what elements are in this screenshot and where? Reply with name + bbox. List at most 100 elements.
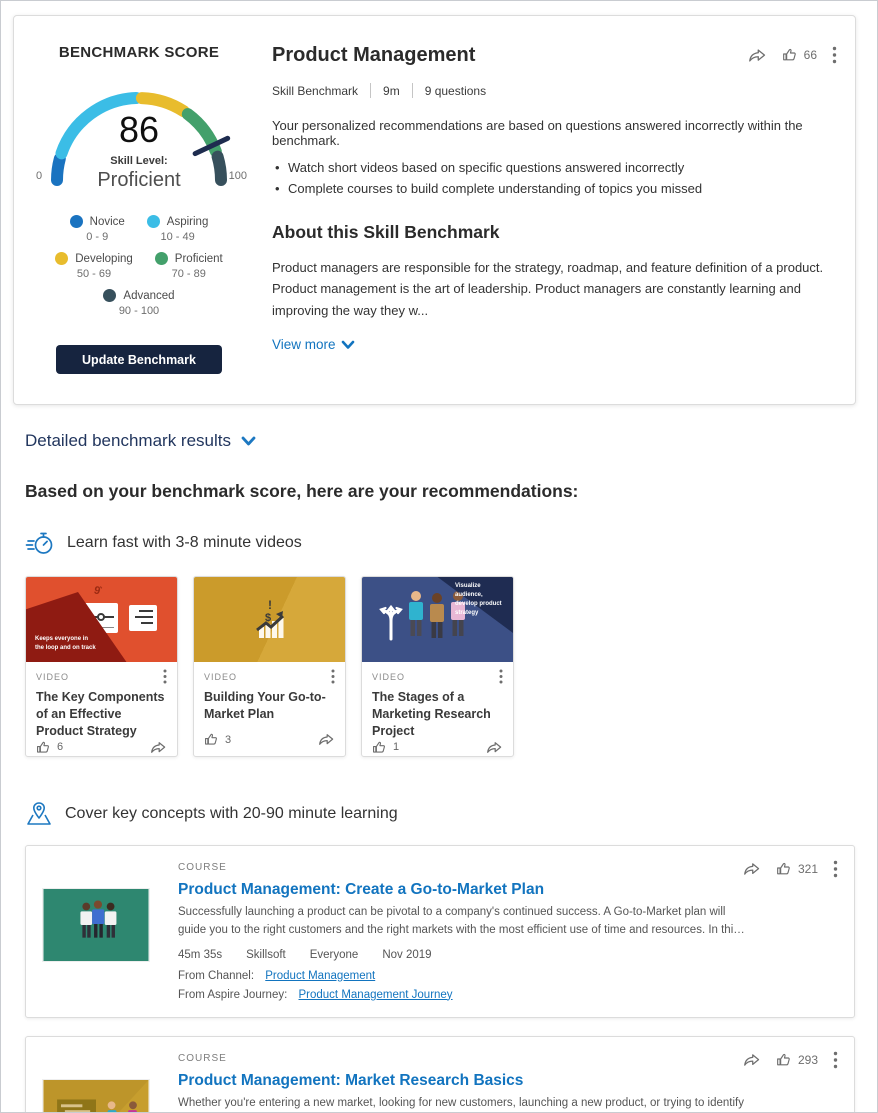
share-icon xyxy=(486,740,503,755)
video-thumbnail[interactable]: ! $ xyxy=(194,577,345,662)
meta-duration: 9m xyxy=(383,84,400,98)
video-card: 9͛ Keeps everyone in the loop and on tra… xyxy=(25,576,178,757)
video-title-link[interactable]: Building Your Go-to-Market Plan xyxy=(204,689,335,723)
video-card-row: 9͛ Keeps everyone in the loop and on tra… xyxy=(25,576,877,757)
stopwatch-icon xyxy=(25,530,55,556)
course-duration: 45m 35s xyxy=(178,949,222,961)
developing-dot-icon xyxy=(55,252,68,265)
page-title: Product Management xyxy=(272,44,748,67)
legend-item-advanced: Advanced 90 - 100 xyxy=(103,289,174,317)
thumbs-up-icon xyxy=(776,861,792,877)
kebab-icon xyxy=(331,669,335,684)
video-thumbnail[interactable]: 9͛ Keeps everyone in the loop and on tra… xyxy=(26,577,177,662)
channel-link[interactable]: Product Management xyxy=(265,970,375,982)
chevron-down-icon xyxy=(241,436,256,447)
course-card: COURSE Product Management: Market Resear… xyxy=(25,1036,855,1113)
detailed-results-toggle[interactable]: Detailed benchmark results xyxy=(25,431,256,451)
thumbs-up-icon xyxy=(782,47,798,63)
update-benchmark-button[interactable]: Update Benchmark xyxy=(56,345,222,374)
kebab-icon xyxy=(832,46,837,64)
intro-text: Your personalized recommendations are ba… xyxy=(272,118,837,148)
about-text: Product managers are responsible for the… xyxy=(272,257,837,321)
video-title-link[interactable]: The Stages of a Marketing Research Proje… xyxy=(372,689,503,740)
benchmark-actions: 66 xyxy=(748,46,837,64)
content-type-label: COURSE xyxy=(178,1053,748,1064)
share-button[interactable] xyxy=(150,740,167,755)
view-more-button[interactable]: View more xyxy=(272,337,355,352)
svg-text:!: ! xyxy=(268,598,272,612)
course-description: Whether you're entering a new market, lo… xyxy=(178,1095,748,1113)
like-button[interactable]: 293 xyxy=(776,1052,818,1068)
recommendation-bullets: Watch short videos based on specific que… xyxy=(272,160,837,196)
course-actions: 321 xyxy=(743,860,838,878)
more-options-button[interactable] xyxy=(833,860,838,878)
course-channel-row: From Channel: Product Management xyxy=(178,970,748,982)
video-thumbnail[interactable]: Visualize audience, develop product stra… xyxy=(362,577,513,662)
course-title-link[interactable]: Product Management: Market Research Basi… xyxy=(178,1072,523,1090)
share-button[interactable] xyxy=(743,1052,761,1068)
page: BENCHMARK SCORE 86 Skill Level: Proficie… xyxy=(0,0,878,1113)
more-options-button[interactable] xyxy=(499,669,503,684)
course-content: COURSE Product Management: Market Resear… xyxy=(150,1049,838,1113)
like-button[interactable]: 1 xyxy=(372,740,399,755)
like-count: 1 xyxy=(393,741,399,753)
legend-item-novice: Novice 0 - 9 xyxy=(70,215,125,243)
chart-growth-icon: ! $ xyxy=(248,597,292,643)
share-button[interactable] xyxy=(486,740,503,755)
course-title-link[interactable]: Product Management: Create a Go-to-Marke… xyxy=(178,881,544,899)
content-type-label: VIDEO xyxy=(36,672,69,682)
legend-item-proficient: Proficient 70 - 89 xyxy=(155,252,223,280)
benchmark-score-value: 86 xyxy=(39,109,239,151)
share-icon xyxy=(150,740,167,755)
like-count: 293 xyxy=(798,1053,818,1067)
recommendations-heading: Based on your benchmark score, here are … xyxy=(25,481,877,502)
like-button[interactable]: 6 xyxy=(36,740,63,755)
kebab-icon xyxy=(499,669,503,684)
content-type-label: VIDEO xyxy=(204,672,237,682)
meta-questions: 9 questions xyxy=(425,84,486,98)
share-button[interactable] xyxy=(743,861,761,877)
thumbs-up-icon xyxy=(36,740,51,755)
meta-type: Skill Benchmark xyxy=(272,84,358,98)
like-button[interactable]: 3 xyxy=(204,732,231,747)
more-options-button[interactable] xyxy=(833,1051,838,1069)
share-icon xyxy=(748,47,767,64)
svg-text:$: $ xyxy=(265,612,271,624)
videos-section-heading: Learn fast with 3-8 minute videos xyxy=(25,530,877,556)
chevron-down-icon xyxy=(341,340,355,350)
share-icon xyxy=(743,1052,761,1068)
thumbnail-art: 9͛ xyxy=(93,584,102,597)
journey-link[interactable]: Product Management Journey xyxy=(299,989,453,1001)
advanced-dot-icon xyxy=(103,289,116,302)
like-count: 3 xyxy=(225,734,231,746)
map-pin-icon xyxy=(25,801,53,827)
video-card: ! $ VIDEO Building Your Go-to-Market Pla… xyxy=(193,576,346,757)
course-date: Nov 2019 xyxy=(382,949,431,961)
share-button[interactable] xyxy=(748,47,767,64)
like-button[interactable]: 66 xyxy=(782,47,817,63)
video-title-link[interactable]: The Key Components of an Effective Produ… xyxy=(36,689,167,740)
kebab-icon xyxy=(833,1051,838,1069)
more-options-button[interactable] xyxy=(832,46,837,64)
benchmark-detail: Product Management 66 Skill Benchmark xyxy=(248,34,841,374)
like-button[interactable]: 321 xyxy=(776,861,818,877)
thumbs-up-icon xyxy=(776,1052,792,1068)
more-options-button[interactable] xyxy=(331,669,335,684)
benchmark-gauge: 86 Skill Level: Proficient 0 100 xyxy=(39,77,239,199)
skill-level-label: Skill Level: xyxy=(39,155,239,167)
video-card: Visualize audience, develop product stra… xyxy=(361,576,514,757)
about-heading: About this Skill Benchmark xyxy=(272,222,837,243)
course-meta: 45m 35s Skillsoft Everyone Nov 2019 xyxy=(178,949,748,961)
course-thumbnail[interactable] xyxy=(42,888,150,962)
content-type-label: COURSE xyxy=(178,862,748,873)
more-options-button[interactable] xyxy=(163,669,167,684)
thumbnail-caption: Visualize audience, develop product stra… xyxy=(455,582,507,618)
gauge-min-label: 0 xyxy=(36,170,42,182)
courses-section-heading: Cover key concepts with 20-90 minute lea… xyxy=(25,801,877,827)
course-thumbnail[interactable] xyxy=(42,1079,150,1113)
kebab-icon xyxy=(833,860,838,878)
bullet-item: Watch short videos based on specific que… xyxy=(272,160,837,175)
share-button[interactable] xyxy=(318,732,335,747)
benchmark-score-panel: BENCHMARK SCORE 86 Skill Level: Proficie… xyxy=(30,34,248,374)
meta-divider xyxy=(412,83,413,98)
